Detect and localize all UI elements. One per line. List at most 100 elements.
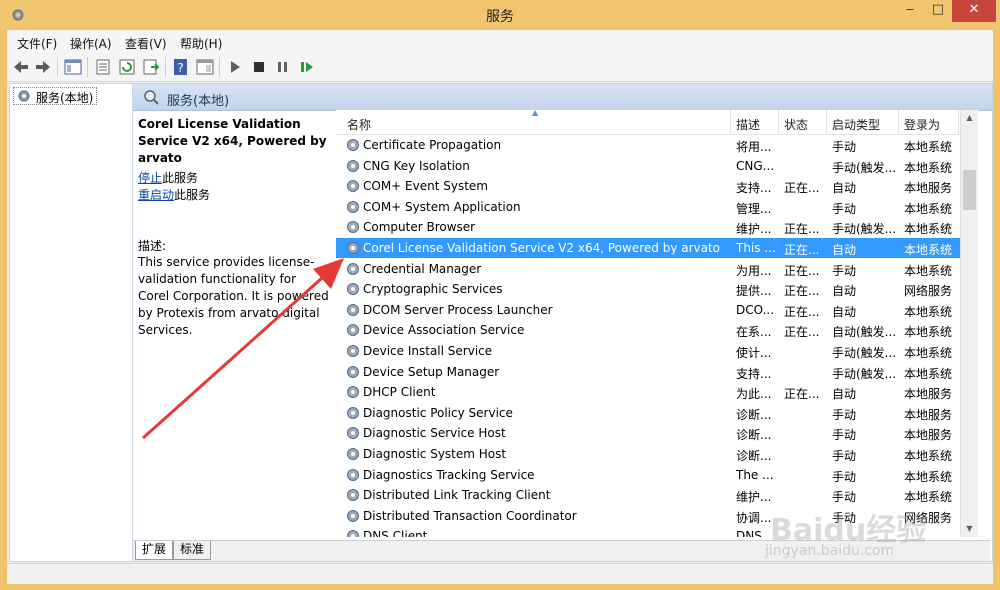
forward-arrow-icon[interactable]	[33, 57, 53, 77]
service-gear-icon	[347, 200, 359, 213]
service-row[interactable]: Certificate Propagation 将用... 手动 本地系统	[336, 135, 960, 155]
service-description: 为用...	[736, 263, 772, 278]
minimize-button[interactable]: ‒	[896, 0, 924, 22]
service-startup-type: 手动	[832, 449, 857, 463]
service-name: Credential Manager	[363, 261, 482, 276]
show-hide-pane-icon[interactable]	[195, 57, 215, 77]
back-arrow-icon[interactable]	[11, 57, 31, 77]
service-description: The ...	[736, 467, 774, 482]
service-status: 正在...	[784, 181, 820, 196]
service-name: DHCP Client	[363, 385, 436, 400]
column-description[interactable]: 描述	[736, 116, 760, 133]
service-status: 正在...	[784, 387, 820, 402]
stop-service-suffix: 此服务	[162, 171, 199, 185]
tab-standard[interactable]: 标准	[173, 541, 212, 560]
service-row[interactable]: Diagnostic Policy Service 诊断... 手动 本地服务	[336, 403, 960, 423]
service-log-on-as: 本地系统	[904, 346, 953, 360]
service-startup-type: 自动	[832, 243, 857, 257]
service-description: DCO...	[736, 302, 775, 317]
service-row[interactable]: Computer Browser 维护... 正在... 手动(触发... 本地系统	[336, 217, 960, 237]
column-status[interactable]: 状态	[784, 116, 808, 133]
service-name: Distributed Transaction Coordinator	[363, 508, 577, 523]
service-log-on-as: 本地服务	[904, 428, 953, 443]
service-row[interactable]: COM+ Event System 支持... 正在... 自动 本地服务	[336, 176, 960, 196]
service-startup-type: 手动	[832, 263, 857, 278]
service-row[interactable]: Diagnostic Service Host 诊断... 手动 本地服务	[336, 423, 960, 443]
service-row[interactable]: DHCP Client 为此... 正在... 自动 本地服务	[336, 382, 960, 402]
vertical-scrollbar[interactable]: ▲ ▼	[960, 110, 978, 537]
scroll-thumb[interactable]	[963, 170, 976, 210]
refresh-icon[interactable]	[117, 57, 137, 77]
service-gear-icon	[347, 262, 359, 275]
stop-service-icon[interactable]	[249, 57, 269, 77]
service-description: This ...	[736, 241, 776, 255]
services-gear-icon	[18, 90, 30, 102]
export-list-icon[interactable]	[141, 57, 161, 77]
restart-service-icon[interactable]	[297, 57, 317, 77]
service-log-on-as: 网络服务	[904, 284, 953, 299]
service-row[interactable]: COM+ System Application 管理... 手动 本地系统	[336, 197, 960, 217]
restart-service-line: 重启动此服务	[138, 186, 210, 203]
menu-action[interactable]: 操作(A)	[70, 35, 112, 52]
service-description: 管理...	[736, 201, 772, 216]
tree-item-services-local[interactable]: 服务(本地) 服务(本地)	[13, 87, 98, 105]
service-row[interactable]: DCOM Server Process Launcher DCO... 正在... 自…	[336, 300, 960, 320]
service-row[interactable]: Device Install Service 使计... 手动(触发... 本地系统	[336, 341, 960, 361]
service-description: 将用...	[736, 140, 772, 154]
service-row[interactable]: Device Setup Manager 支持... 手动(触发... 本地系统	[336, 362, 960, 382]
service-gear-icon	[347, 427, 359, 440]
scroll-up-arrow-icon[interactable]: ▲	[961, 110, 978, 126]
service-row[interactable]: Distributed Link Tracking Client 维护... 手动 本…	[336, 485, 960, 505]
pause-service-icon[interactable]	[273, 57, 293, 77]
service-startup-type: 手动(触发...	[832, 346, 897, 360]
service-log-on-as: 本地系统	[904, 490, 953, 505]
properties-icon[interactable]	[93, 57, 113, 77]
service-startup-type: 手动	[832, 201, 857, 216]
menu-help[interactable]: 帮助(H)	[180, 35, 222, 52]
service-row[interactable]: Diagnostic System Host 诊断... 手动 本地系统	[336, 444, 960, 464]
service-description: 提供...	[736, 284, 772, 299]
scroll-down-arrow-icon[interactable]: ▼	[961, 521, 978, 537]
tab-extended[interactable]: 扩展	[135, 541, 174, 560]
menu-view[interactable]: 查看(V)	[125, 35, 167, 52]
column-log-on-as[interactable]: 登录为	[904, 116, 940, 133]
service-row[interactable]: Credential Manager 为用... 正在... 手动 本地系统	[336, 259, 960, 279]
service-description: 为此...	[736, 387, 772, 402]
service-log-on-as: 本地系统	[904, 201, 953, 216]
column-name[interactable]: 名称	[347, 116, 371, 133]
service-log-on-as: 本地系统	[904, 449, 953, 463]
service-name: Certificate Propagation	[363, 138, 502, 152]
service-row[interactable]: Device Association Service 在系... 正在... 自动(触…	[336, 320, 960, 340]
service-gear-icon	[347, 139, 359, 151]
service-row[interactable]: Cryptographic Services 提供... 正在... 自动 网络服务	[336, 279, 960, 299]
toolbar: ?	[7, 53, 993, 82]
window-title: 服务	[486, 9, 514, 25]
service-row[interactable]: Corel License Validation Service V2 x64,…	[336, 238, 960, 258]
service-gear-icon	[347, 345, 359, 357]
service-startup-type: 自动	[832, 304, 857, 319]
description-text: This service provides license-validation…	[138, 255, 329, 337]
stop-service-link[interactable]: 停止	[138, 171, 162, 185]
service-name: Device Association Service	[363, 323, 525, 338]
service-startup-type: 手动	[832, 407, 857, 422]
service-gear-icon	[347, 365, 359, 378]
maximize-button[interactable]: □	[924, 0, 952, 22]
service-log-on-as: 本地系统	[904, 366, 953, 381]
console-tree-icon[interactable]	[63, 57, 83, 77]
service-row[interactable]: CNG Key Isolation CNG... 手动(触发... 本地系统	[336, 156, 960, 176]
close-button[interactable]: ✕	[952, 0, 996, 22]
start-service-icon[interactable]	[225, 57, 245, 77]
menu-file[interactable]: 文件(F)	[17, 35, 57, 52]
restart-service-link[interactable]: 重启动	[138, 188, 174, 202]
baidu-watermark-url: jingyan.baidu.com	[765, 543, 895, 559]
service-startup-type: 手动	[832, 140, 857, 154]
service-row[interactable]: Diagnostics Tracking Service The ... 手动 本地系…	[336, 465, 960, 485]
service-name: Diagnostic System Host	[363, 447, 507, 461]
service-status: 正在...	[784, 222, 820, 237]
service-name: COM+ System Application	[363, 199, 521, 214]
service-gear-icon	[347, 530, 359, 537]
service-startup-type: 手动	[832, 469, 857, 484]
service-name: Corel License Validation Service V2 x64,…	[363, 241, 721, 255]
help-icon[interactable]: ?	[171, 57, 191, 77]
column-startup-type[interactable]: 启动类型	[832, 116, 880, 133]
